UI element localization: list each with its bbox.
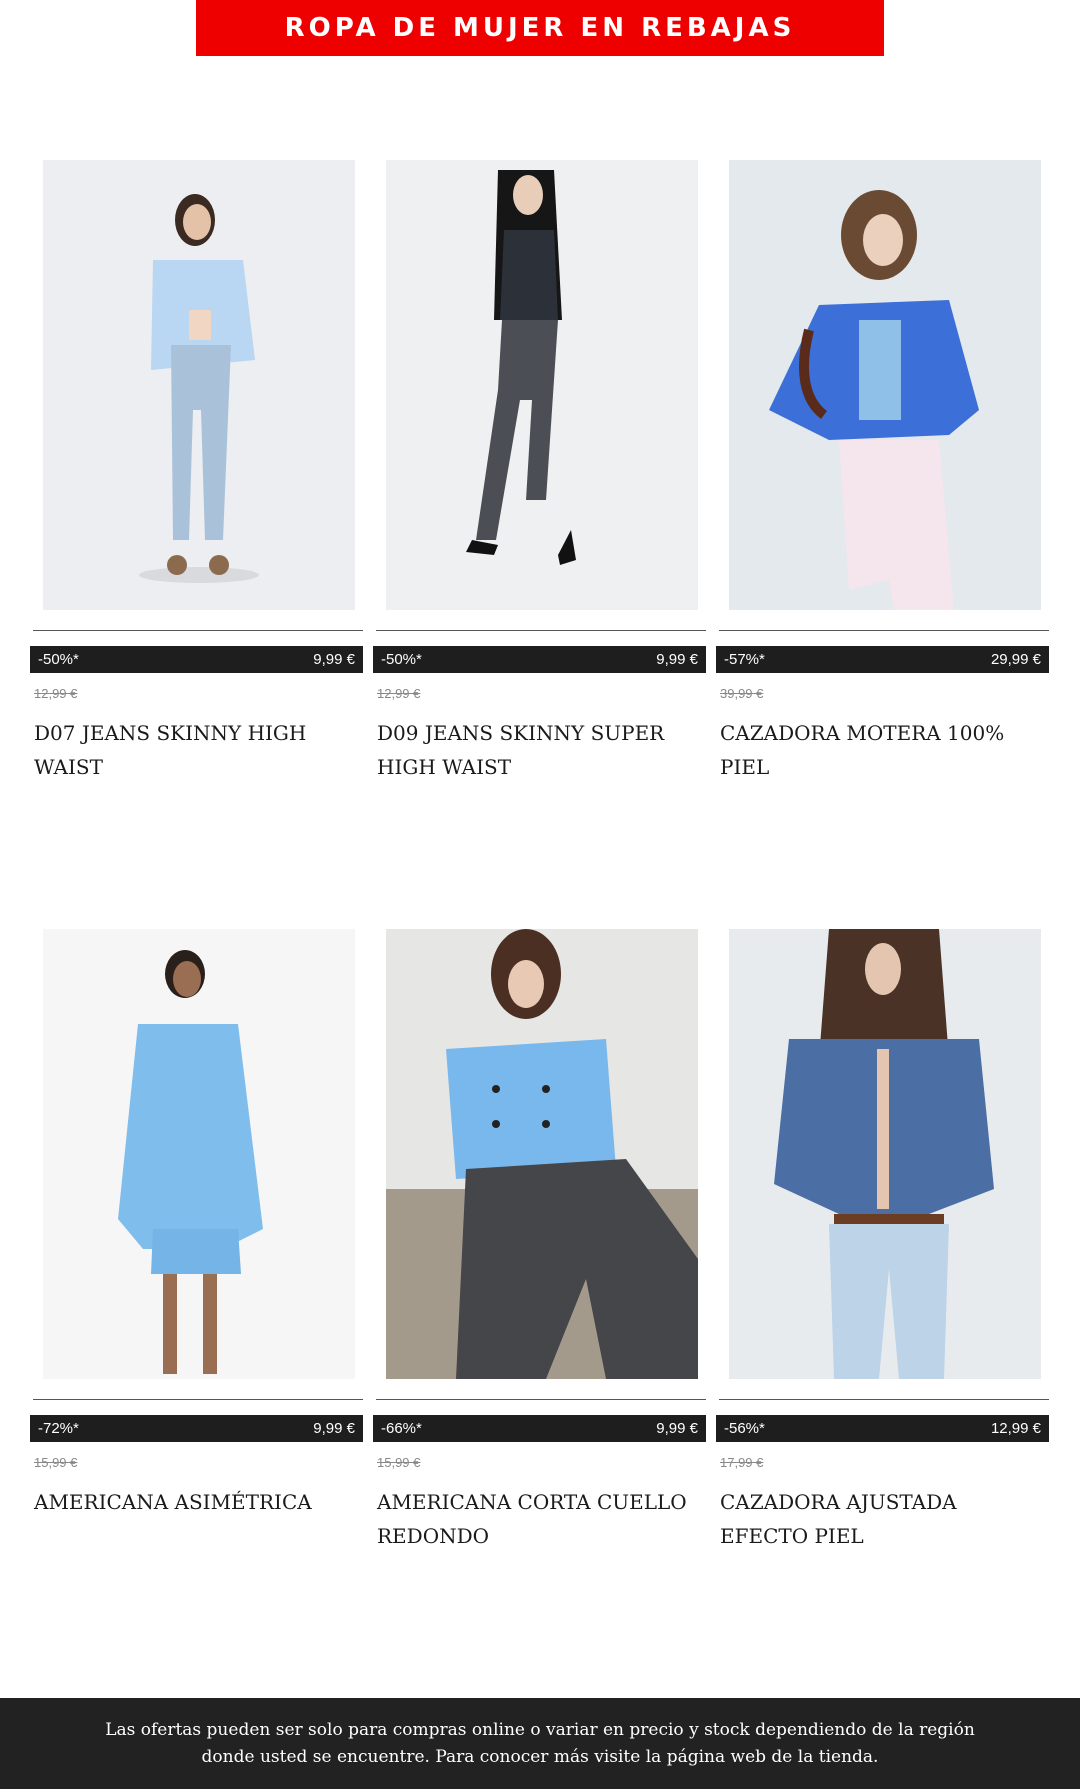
price-bar: -56%* 12,99 € <box>716 1415 1049 1442</box>
product-name[interactable]: CAZADORA MOTERA 100% PIEL <box>720 716 1050 784</box>
price-bar: -66%* 9,99 € <box>373 1415 706 1442</box>
divider <box>719 630 1049 631</box>
divider <box>376 1399 706 1400</box>
product-image[interactable] <box>386 160 698 610</box>
product-name[interactable]: D07 JEANS SKINNY HIGH WAIST <box>34 716 364 784</box>
product-image[interactable] <box>729 929 1041 1379</box>
price-bar: -72%* 9,99 € <box>30 1415 363 1442</box>
discount-badge: -56%* <box>724 1420 765 1437</box>
product-image[interactable] <box>43 160 355 610</box>
original-price: 17,99 € <box>720 1455 764 1470</box>
product-name[interactable]: D09 JEANS SKINNY SUPER HIGH WAIST <box>377 716 707 784</box>
sale-price: 9,99 € <box>313 1420 355 1437</box>
original-price: 12,99 € <box>377 686 421 701</box>
original-price: 15,99 € <box>34 1455 78 1470</box>
sale-banner[interactable]: ROPA DE MUJER EN REBAJAS <box>196 0 884 56</box>
original-price: 15,99 € <box>377 1455 421 1470</box>
product-name[interactable]: CAZADORA AJUSTADA EFECTO PIEL <box>720 1485 1050 1553</box>
discount-badge: -50%* <box>381 651 422 668</box>
divider <box>376 630 706 631</box>
disclaimer-footer: Las ofertas pueden ser solo para compras… <box>0 1698 1080 1789</box>
divider <box>33 630 363 631</box>
sale-price: 12,99 € <box>990 1420 1041 1437</box>
discount-badge: -57%* <box>724 651 765 668</box>
sale-price: 9,99 € <box>313 651 355 668</box>
disclaimer-text: Las ofertas pueden ser solo para compras… <box>105 1719 975 1767</box>
divider <box>33 1399 363 1400</box>
price-bar: -57%* 29,99 € <box>716 646 1049 673</box>
product-image[interactable] <box>43 929 355 1379</box>
discount-badge: -66%* <box>381 1420 422 1437</box>
original-price: 39,99 € <box>720 686 764 701</box>
product-image[interactable] <box>386 929 698 1379</box>
original-price: 12,99 € <box>34 686 78 701</box>
product-name[interactable]: AMERICANA CORTA CUELLO REDONDO <box>377 1485 707 1553</box>
sale-price: 9,99 € <box>656 651 698 668</box>
product-name[interactable]: AMERICANA ASIMÉTRICA <box>34 1485 364 1519</box>
divider <box>719 1399 1049 1400</box>
price-bar: -50%* 9,99 € <box>373 646 706 673</box>
sale-price: 29,99 € <box>990 651 1041 668</box>
product-image[interactable] <box>729 160 1041 610</box>
discount-badge: -50%* <box>38 651 79 668</box>
banner-title: ROPA DE MUJER EN REBAJAS <box>284 13 796 43</box>
price-bar: -50%* 9,99 € <box>30 646 363 673</box>
discount-badge: -72%* <box>38 1420 79 1437</box>
sale-price: 9,99 € <box>656 1420 698 1437</box>
